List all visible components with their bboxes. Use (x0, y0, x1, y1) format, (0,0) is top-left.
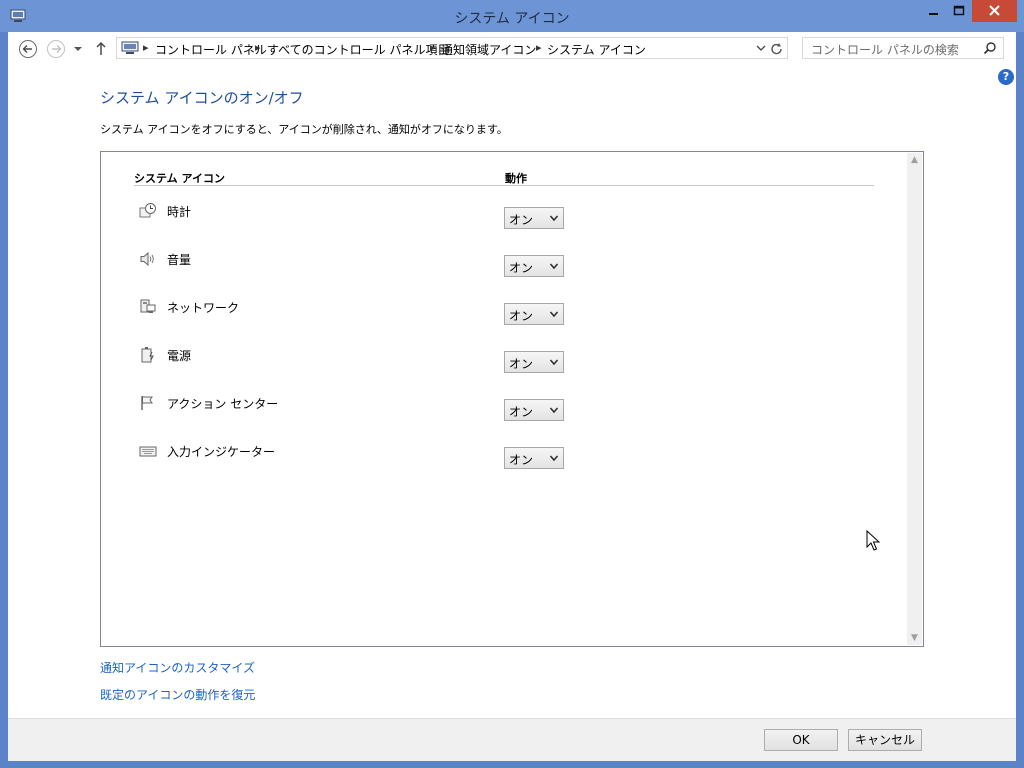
refresh-icon (771, 43, 782, 55)
row-label-input-indicator: 入力インジケーター (167, 445, 276, 459)
keyboard-icon (139, 446, 157, 457)
page-description: システム アイコンをオフにすると、アイコンが削除され、通知がオフになります。 (100, 123, 508, 136)
action-center-flag-icon (141, 396, 153, 410)
vertical-scrollbar[interactable]: ▲ ▼ (907, 153, 922, 645)
customize-notification-icons-link[interactable]: 通知アイコンのカスタマイズ (100, 659, 255, 676)
help-icon[interactable]: ? (998, 69, 1014, 85)
control-panel-icon (121, 41, 139, 54)
clock-behavior-select[interactable]: オン (504, 207, 564, 229)
close-button[interactable] (972, 0, 1017, 22)
row-label-power: 電源 (167, 349, 192, 363)
breadcrumb-system-icons[interactable]: システム アイコン (547, 41, 646, 58)
maximize-button[interactable] (946, 0, 972, 22)
back-arrow-icon (19, 40, 37, 58)
title-bar[interactable]: システム アイコン (0, 0, 1024, 32)
action-center-behavior-select[interactable]: オン (504, 399, 564, 421)
window: システム アイコン ▸ コントロール パネル ▸ すべてのコントロール パネル項… (0, 0, 1024, 768)
power-icon (141, 347, 154, 363)
network-behavior-select[interactable]: オン (504, 303, 564, 325)
input-indicator-behavior-select[interactable]: オン (504, 447, 564, 469)
back-button[interactable] (18, 39, 38, 59)
breadcrumb-notification-area-icons[interactable]: 通知領域アイコン (441, 41, 536, 58)
row-label-volume: 音量 (167, 253, 192, 267)
window-title: システム アイコン (454, 11, 570, 27)
search-icon[interactable] (983, 41, 997, 55)
dialog-footer: OK キャンセル (8, 718, 1016, 761)
select-value: オン (509, 213, 534, 227)
select-value: オン (509, 405, 534, 419)
chevron-down-icon (549, 215, 559, 222)
recent-pages-button[interactable] (72, 39, 84, 59)
select-value: オン (509, 309, 534, 323)
up-button[interactable] (94, 39, 108, 59)
chevron-right-icon: ▸ (536, 41, 542, 54)
chevron-down-icon (549, 359, 559, 366)
header-divider (134, 185, 874, 186)
ok-button[interactable]: OK (764, 729, 838, 751)
breadcrumb-all-items[interactable]: すべてのコントロール パネル項目 (267, 41, 450, 58)
client-area: ▸ コントロール パネル ▸ すべてのコントロール パネル項目 ▸ 通知領域アイ… (8, 32, 1016, 761)
up-arrow-icon (96, 41, 106, 55)
select-value: オン (509, 357, 534, 371)
select-value: オン (509, 261, 534, 275)
scroll-up-icon[interactable]: ▲ (907, 153, 922, 167)
search-placeholder: コントロール パネルの検索 (811, 43, 959, 57)
cancel-button[interactable]: キャンセル (848, 729, 922, 751)
search-input[interactable]: コントロール パネルの検索 (802, 37, 1004, 59)
row-label-clock: 時計 (167, 205, 192, 219)
scroll-down-icon[interactable]: ▼ (907, 631, 922, 645)
select-value: オン (509, 453, 534, 467)
chevron-down-icon (549, 311, 559, 318)
power-behavior-select[interactable]: オン (504, 351, 564, 373)
chevron-right-icon: ▸ (430, 41, 436, 54)
minimize-icon (929, 13, 938, 15)
forward-button[interactable] (46, 39, 66, 59)
volume-icon (140, 251, 154, 267)
column-header-action: 動作 (505, 172, 527, 185)
refresh-button[interactable] (766, 37, 788, 59)
chevron-down-icon (549, 455, 559, 462)
mouse-cursor-icon (866, 530, 880, 551)
row-label-action-center: アクション センター (167, 397, 279, 411)
chevron-down-icon (549, 407, 559, 414)
network-icon (140, 299, 156, 313)
chevron-down-icon (549, 263, 559, 270)
address-bar[interactable]: ▸ コントロール パネル ▸ すべてのコントロール パネル項目 ▸ 通知領域アイ… (116, 37, 776, 59)
row-label-network: ネットワーク (167, 301, 240, 315)
maximize-icon (953, 5, 965, 16)
chevron-right-icon: ▸ (255, 41, 261, 54)
chevron-down-icon (74, 47, 82, 51)
page-title: システム アイコンのオン/オフ (100, 89, 304, 107)
forward-arrow-icon (47, 40, 65, 58)
breadcrumb-control-panel[interactable]: コントロール パネル (155, 41, 267, 58)
restore-default-behaviors-link[interactable]: 既定のアイコンの動作を復元 (100, 686, 255, 703)
clock-icon (139, 203, 156, 218)
column-header-system-icon: システム アイコン (134, 172, 225, 185)
system-icons-list[interactable]: システム アイコン 動作 時計 オン 音量 オン ネットワーク オン 電源 オン… (100, 151, 924, 647)
close-icon (989, 5, 1000, 16)
chevron-right-icon: ▸ (143, 41, 149, 54)
minimize-button[interactable] (920, 0, 946, 22)
volume-behavior-select[interactable]: オン (504, 255, 564, 277)
